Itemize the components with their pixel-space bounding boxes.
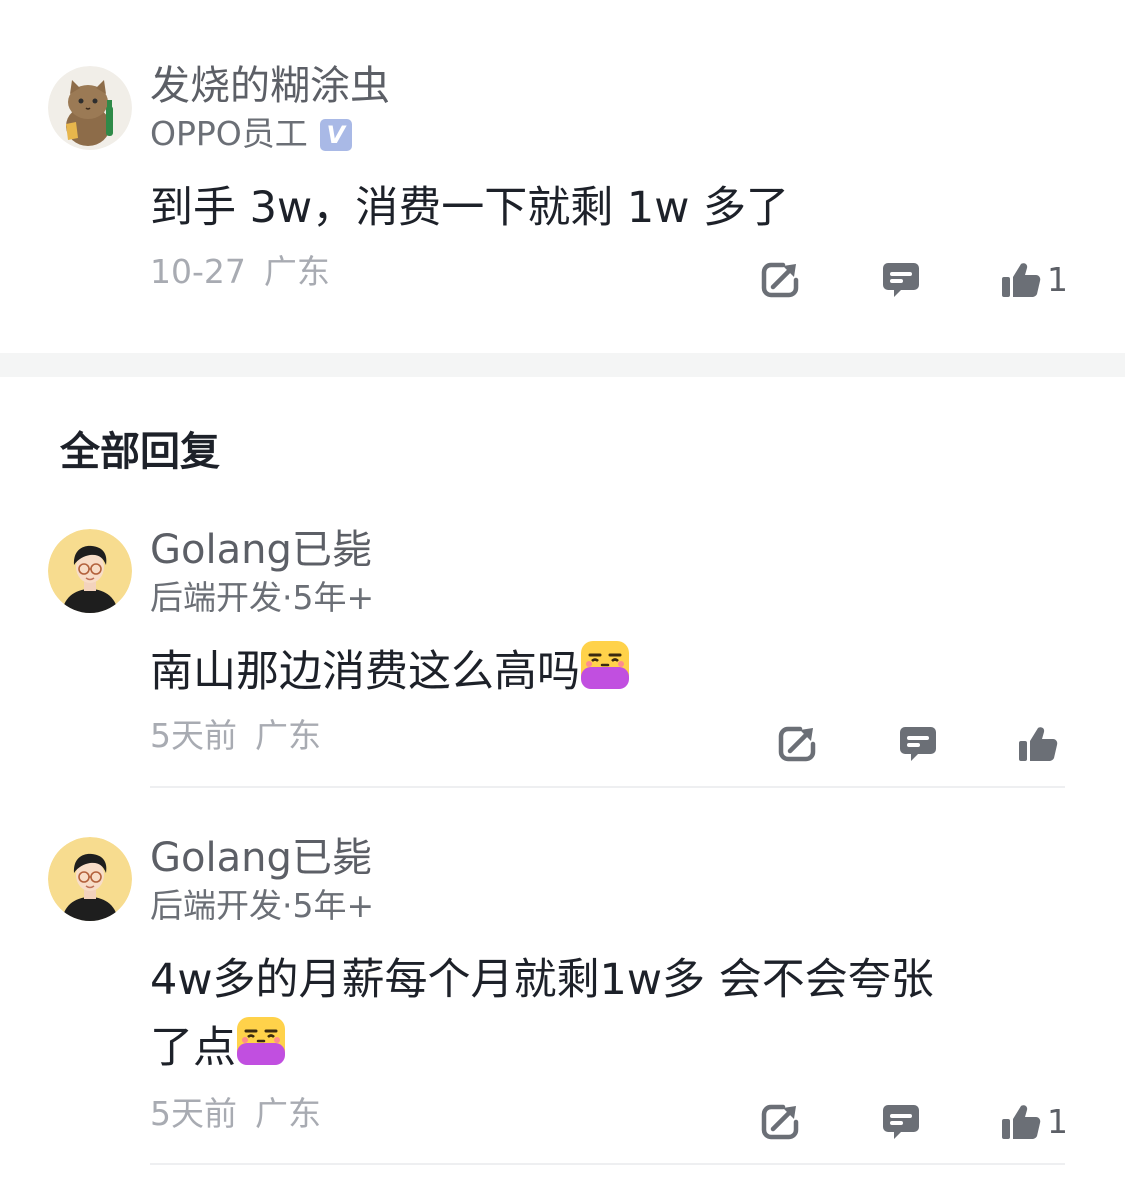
reply-user-title: 后端开发·5年+ (150, 578, 375, 617)
reply-content: 南山那边消费这么高吗 (150, 638, 1080, 706)
like-button[interactable] (1018, 724, 1064, 764)
comment-icon (881, 260, 921, 300)
avatar[interactable] (48, 66, 132, 150)
comment-icon (881, 1102, 921, 1142)
reply-location: 广东 (255, 716, 321, 755)
share-icon (761, 1102, 801, 1142)
reply-content-line2-wrap: 了点 (150, 1014, 1080, 1082)
comment-button[interactable] (898, 724, 938, 768)
like-button[interactable]: 1 (1001, 260, 1068, 300)
reply-location: 广东 (255, 1094, 321, 1133)
reply-divider (150, 786, 1065, 788)
comment-location: 广东 (263, 252, 330, 291)
replies-header: 全部回复 (60, 429, 220, 475)
like-count: 1 (1047, 1102, 1068, 1141)
comment-button[interactable] (881, 1102, 921, 1146)
share-button[interactable] (778, 724, 818, 768)
like-button[interactable]: 1 (1001, 1102, 1068, 1142)
comment-date: 10-27 (150, 252, 246, 291)
comment-meta: 10-27 广东 (150, 252, 330, 292)
thumbs-up-icon (1001, 260, 1041, 300)
thumbs-up-icon (1018, 724, 1058, 764)
user-title: OPPO员工 V (150, 114, 352, 154)
share-button[interactable] (761, 1102, 801, 1146)
reply-content-text: 南山那边消费这么高吗 (150, 647, 580, 697)
share-button[interactable] (761, 260, 801, 304)
avatar[interactable] (48, 837, 132, 921)
comment-button[interactable] (881, 260, 921, 304)
username[interactable]: 发烧的糊涂虫 (150, 62, 390, 110)
share-icon (778, 724, 818, 764)
avatar[interactable] (48, 529, 132, 613)
reply-content: 4w多的月薪每个月就剩1w多 会不会夸张 了点 (150, 946, 1080, 1082)
user-avatar-icon (48, 837, 132, 921)
cat-avatar-icon (48, 66, 132, 150)
reply-user-title: 后端开发·5年+ (150, 886, 375, 925)
user-avatar-icon (48, 529, 132, 613)
verified-badge-icon: V (319, 119, 352, 151)
reply-date: 5天前 (150, 716, 237, 755)
reply-username[interactable]: Golang已毙 (150, 834, 372, 882)
reply-meta: 5天前 广东 (150, 716, 321, 756)
reply-content-line1: 4w多的月薪每个月就剩1w多 会不会夸张 (150, 955, 934, 1005)
reply-username[interactable]: Golang已毙 (150, 526, 372, 574)
speechless-emoji-icon (580, 640, 630, 690)
share-icon (761, 260, 801, 300)
user-title-text: OPPO员工 (150, 114, 308, 153)
reply-content-line2: 了点 (150, 1023, 236, 1073)
reply-meta: 5天前 广东 (150, 1094, 321, 1134)
section-divider (0, 353, 1125, 377)
reply-divider (150, 1163, 1065, 1165)
comment-icon (898, 724, 938, 764)
comment-content: 到手 3w，消费一下就剩 1w 多了 (150, 183, 790, 233)
speechless-emoji-icon (236, 1016, 286, 1066)
thumbs-up-icon (1001, 1102, 1041, 1142)
like-count: 1 (1047, 260, 1068, 299)
reply-date: 5天前 (150, 1094, 237, 1133)
